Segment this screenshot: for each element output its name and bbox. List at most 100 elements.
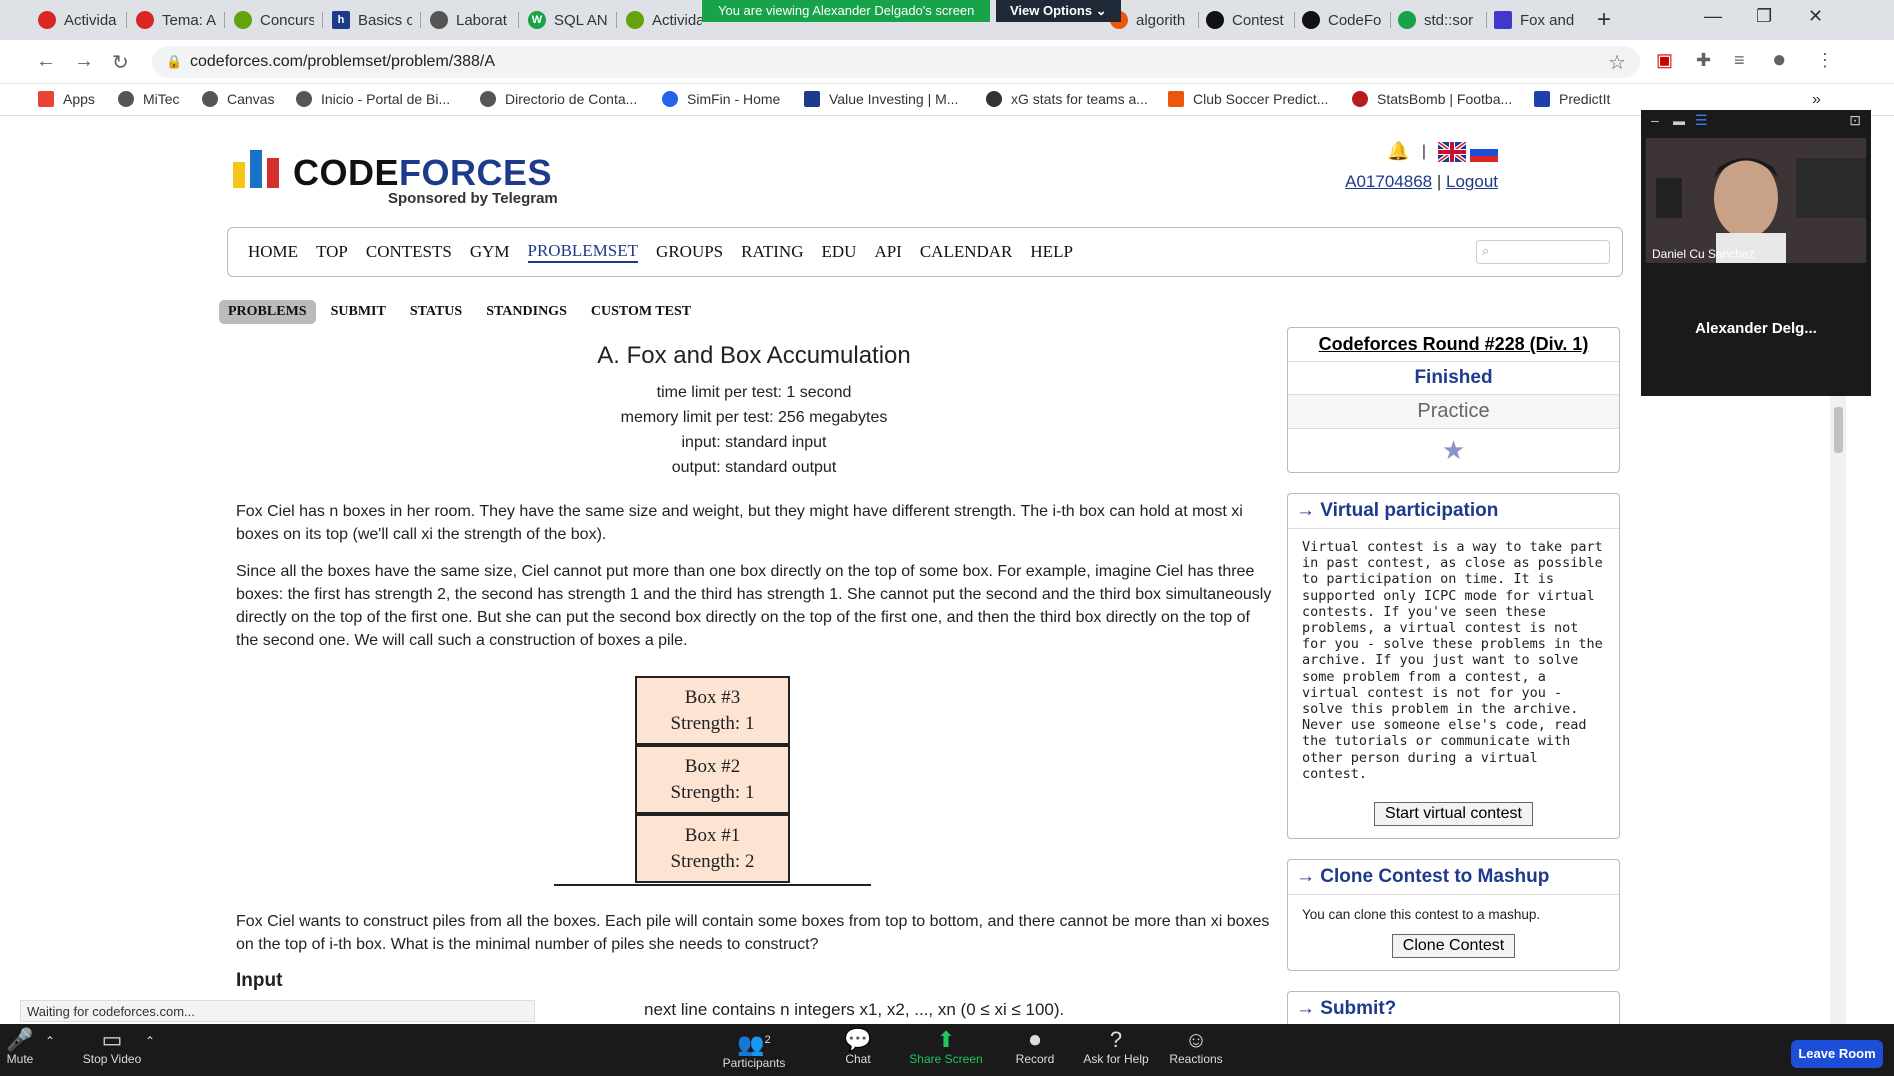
profile-icon[interactable]: ● <box>1772 46 1787 74</box>
nav-gym[interactable]: GYM <box>470 242 510 262</box>
browser-tab[interactable]: Activida <box>626 6 702 34</box>
participants-button[interactable]: 👥2 Participants <box>716 1028 792 1071</box>
nav-home[interactable]: HOME <box>248 242 298 262</box>
tab-label: Tema: A <box>162 11 216 29</box>
english-flag-icon[interactable] <box>1438 141 1466 162</box>
subnav-standings[interactable]: STANDINGS <box>477 300 576 324</box>
clone-contest-panel: → Clone Contest to Mashup You can clone … <box>1287 859 1620 972</box>
nav-help[interactable]: HELP <box>1030 242 1073 262</box>
nav-problemset[interactable]: PROBLEMSET <box>527 241 639 263</box>
participant-video[interactable]: Daniel Cu Sanchez <box>1646 138 1866 263</box>
bookmark-item[interactable]: SimFin - Home <box>662 91 780 107</box>
tab-label: Activida <box>64 11 117 29</box>
user-handle-link[interactable]: A01704868 <box>1345 172 1432 191</box>
scrollbar-thumb[interactable] <box>1834 407 1843 453</box>
nav-calendar[interactable]: CALENDAR <box>920 242 1013 262</box>
bookmark-item[interactable]: xG stats for teams a... <box>986 91 1148 107</box>
bell-icon[interactable]: 🔔 <box>1387 141 1409 162</box>
nav-top[interactable]: TOP <box>316 242 348 262</box>
browser-tab-active[interactable]: Fox and <box>1494 6 1574 34</box>
nav-groups[interactable]: GROUPS <box>656 242 723 262</box>
nav-rating[interactable]: RATING <box>741 242 803 262</box>
chat-button[interactable]: 💬 Chat <box>838 1028 878 1067</box>
share-screen-icon: ⬆ <box>936 1027 956 1052</box>
bookmark-item[interactable]: Value Investing | M... <box>804 91 958 107</box>
ask-for-help-button[interactable]: ? Ask for Help <box>1080 1028 1152 1067</box>
bookmark-item[interactable]: StatsBomb | Footba... <box>1352 91 1512 107</box>
browser-tab[interactable]: Activida <box>38 6 118 34</box>
reload-icon[interactable]: ↻ <box>112 50 129 75</box>
browser-tab[interactable]: std::sor <box>1398 6 1478 34</box>
nav-api[interactable]: API <box>874 242 901 262</box>
record-button[interactable]: ⏺ Record <box>1014 1028 1056 1067</box>
bookmark-item[interactable]: Club Soccer Predict... <box>1168 91 1328 107</box>
zoom-control-bar: 🎤 Mute ⌃ ▭ Stop Video ⌃ 👥2 Participants 💬 Ch… <box>0 1024 1894 1076</box>
browser-tab[interactable]: h Basics o <box>332 6 412 34</box>
browser-tab[interactable]: Concurs <box>234 6 314 34</box>
subnav-custom-test[interactable]: CUSTOM TEST <box>582 300 700 324</box>
browser-tab[interactable]: CodeFo <box>1302 6 1382 34</box>
bookmark-item[interactable]: Canvas <box>202 91 274 107</box>
tab-label: Fox and <box>1520 11 1574 29</box>
reactions-button[interactable]: ☺ Reactions <box>1164 1028 1228 1067</box>
browser-tab[interactable]: Laborat <box>430 6 510 34</box>
url-text[interactable]: codeforces.com/problemset/problem/388/A <box>190 53 495 71</box>
subnav-problems[interactable]: PROBLEMS <box>219 300 316 324</box>
star-icon[interactable]: ★ <box>1288 428 1619 472</box>
bookmark-item[interactable]: PredictIt <box>1534 91 1610 107</box>
subnav-submit[interactable]: SUBMIT <box>322 300 395 324</box>
media-icon[interactable]: ≡ <box>1734 50 1745 71</box>
bookmark-item[interactable]: MiTec <box>118 91 180 107</box>
logout-link[interactable]: Logout <box>1446 172 1498 191</box>
clone-contest-button[interactable]: Clone Contest <box>1391 934 1516 959</box>
logo-code-text: CODE <box>293 152 400 193</box>
subnav-status[interactable]: STATUS <box>401 300 471 324</box>
gallery-view-icon[interactable]: ☰ <box>1695 112 1708 129</box>
audio-options-chevron-icon[interactable]: ⌃ <box>42 1034 58 1048</box>
bookmark-item[interactable]: Inicio - Portal de Bi... <box>296 91 450 107</box>
microphone-icon: 🎤 <box>6 1027 34 1052</box>
close-window-icon[interactable]: ✕ <box>1808 6 1823 27</box>
start-virtual-contest-button[interactable]: Start virtual contest <box>1374 802 1533 827</box>
search-input[interactable]: ⌕ <box>1476 240 1610 264</box>
leave-room-button[interactable]: Leave Room <box>1791 1040 1883 1068</box>
virtual-title: → Virtual participation <box>1288 494 1619 529</box>
russian-flag-icon[interactable] <box>1470 141 1498 162</box>
statement-paragraph: Since all the boxes have the same size, … <box>236 563 1272 649</box>
minimize-panel-icon[interactable]: – <box>1651 112 1659 128</box>
strip-view-icon[interactable]: ▬ <box>1673 114 1685 128</box>
tab-label: Contest <box>1232 11 1284 29</box>
share-screen-button[interactable]: ⬆ Share Screen <box>908 1027 984 1067</box>
bookmark-item[interactable]: Directorio de Conta... <box>480 91 637 107</box>
nav-contests[interactable]: CONTESTS <box>366 242 452 262</box>
browser-tab[interactable]: algorith <box>1110 6 1190 34</box>
tab-label: Concurs <box>260 11 314 29</box>
mute-button[interactable]: 🎤 Mute <box>0 1027 40 1067</box>
puzzle-icon[interactable]: ✚ <box>1696 50 1711 71</box>
bookmark-star-icon[interactable]: ☆ <box>1608 50 1626 75</box>
nav-edu[interactable]: EDU <box>821 242 856 262</box>
omnibox[interactable]: 🔒 codeforces.com/problemset/problem/388/… <box>152 46 1640 78</box>
submit-title: → Submit? <box>1288 992 1619 1024</box>
sponsor-text: Sponsored by Telegram <box>388 190 558 207</box>
restore-icon[interactable]: ❐ <box>1756 6 1772 27</box>
round-title-link[interactable]: Codeforces Round #228 (Div. 1) <box>1288 328 1619 361</box>
stop-video-button[interactable]: ▭ Stop Video <box>76 1028 148 1067</box>
extension-icon[interactable]: ▣ <box>1656 50 1673 71</box>
back-icon[interactable]: ← <box>36 50 56 73</box>
bookmark-apps[interactable]: Apps <box>38 91 95 107</box>
tab-label: algorith <box>1136 11 1186 29</box>
view-options-button[interactable]: View Options ⌄ <box>996 0 1121 22</box>
box-2: Box #2 Strength: 1 <box>635 745 790 814</box>
browser-tab[interactable]: W SQL AN <box>528 6 608 34</box>
minimize-icon[interactable]: — <box>1704 6 1722 27</box>
tab-label: Activida <box>652 11 702 29</box>
video-options-chevron-icon[interactable]: ⌃ <box>142 1034 158 1048</box>
menu-kebab-icon[interactable]: ⋮ <box>1816 50 1834 71</box>
forward-icon[interactable]: → <box>74 50 94 73</box>
browser-tab[interactable]: Tema: A <box>136 6 216 34</box>
more-bookmarks-button[interactable]: » <box>1812 91 1821 109</box>
expand-panel-icon[interactable]: ⊡ <box>1849 112 1861 129</box>
new-tab-button[interactable]: + <box>1597 6 1611 34</box>
browser-tab[interactable]: Contest <box>1206 6 1286 34</box>
